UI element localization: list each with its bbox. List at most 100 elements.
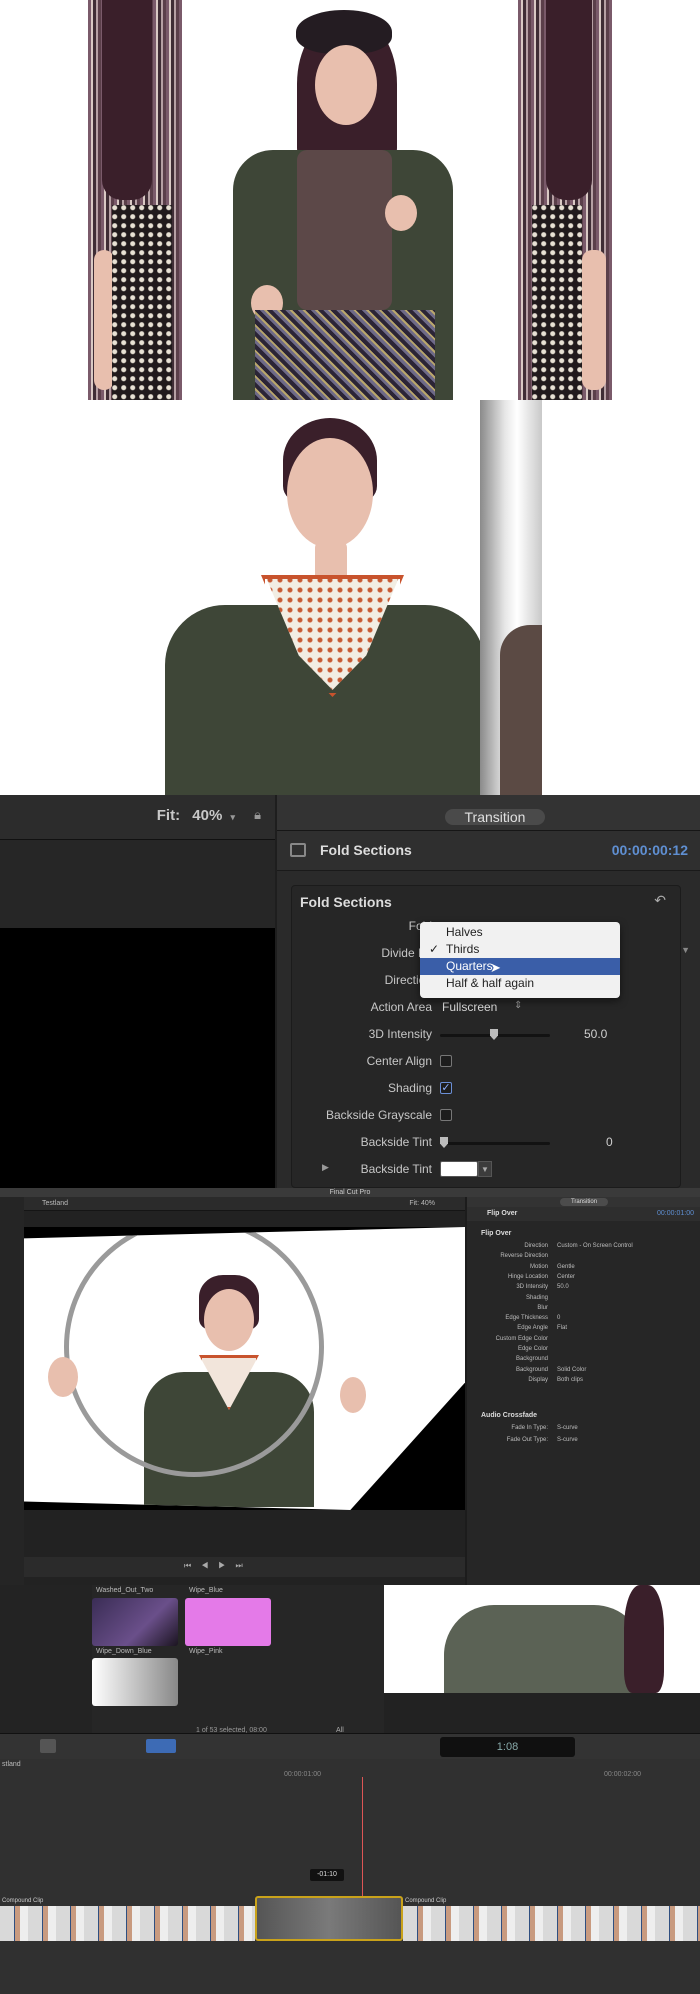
check-icon: ✓	[429, 942, 440, 956]
thirds-fold-preview	[0, 0, 700, 400]
param-label: Reverse Direction	[500, 1253, 548, 1260]
inspector-timecode: 00:00:01:00	[657, 1210, 694, 1217]
thumb-washed-out-two[interactable]	[92, 1598, 178, 1646]
param-label: Background	[515, 1366, 548, 1373]
viewer-header: Testland Fit: 40%	[24, 1197, 465, 1211]
center-fold-section	[225, 0, 465, 400]
audio-value[interactable]: S-curve	[557, 1437, 578, 1443]
row-backside-tint-color: ▶ Backside Tint ▼	[292, 1159, 682, 1181]
viewer-stage	[24, 1227, 465, 1510]
tab-transition[interactable]: Transition	[445, 809, 545, 825]
center-align-checkbox[interactable]	[440, 1055, 452, 1067]
audio-meter-icon[interactable]: 🔒︎	[254, 807, 261, 823]
param-row: Reverse Direction	[467, 1252, 700, 1262]
shading-checkbox[interactable]: ✓	[440, 1082, 452, 1094]
scroll-arrow-icon[interactable]: ▼	[681, 945, 690, 955]
fit-menu[interactable]: Fit: 40% ▾	[157, 807, 235, 824]
audio-label: Fade In Type:	[511, 1425, 548, 1431]
tab-transition[interactable]: Transition	[560, 1198, 608, 1206]
transport-controls[interactable]: ⏮◀▶⏭	[184, 1561, 253, 1571]
thumb-wipe-down-blue[interactable]	[92, 1658, 178, 1706]
woman-with-scarf	[165, 400, 485, 795]
inspector-header: Fold Sections 00:00:00:12	[277, 831, 700, 871]
fcp-flip-over-window: Final Cut Pro Testland Fit: 40% ⏮◀▶⏭ Tra…	[0, 1188, 700, 1585]
clip-right[interactable]	[403, 1906, 700, 1941]
param-value[interactable]: Center	[557, 1274, 575, 1280]
param-value[interactable]: Custom - On Screen Control	[557, 1243, 633, 1249]
param-label: Display	[528, 1376, 548, 1383]
action-area-popup[interactable]: Fullscreen	[442, 1000, 497, 1014]
viewer-fit[interactable]: Fit: 40%	[409, 1200, 435, 1207]
section-flip-over: Flip Over	[481, 1230, 512, 1237]
clip-left-label: Compound Clip	[2, 1898, 44, 1904]
row-backside-tint-amount: Backside Tint 0	[360, 1135, 613, 1149]
timecode-display: 1:08	[440, 1737, 575, 1757]
viewer: Testland Fit: 40% ⏮◀▶⏭	[24, 1197, 465, 1585]
param-row: Motion Gentle	[467, 1263, 700, 1273]
param-row: Blur	[467, 1304, 700, 1314]
thumb-wipe-blue[interactable]	[185, 1598, 271, 1646]
param-row: Shading	[467, 1294, 700, 1304]
cursor-icon: ➤	[490, 960, 501, 975]
transition-clip[interactable]	[255, 1896, 403, 1941]
audio-row: Fade Out Type: S-curve	[467, 1436, 700, 1446]
menu-item-thirds[interactable]: ✓ Thirds	[420, 941, 620, 958]
offset-readout: -01:10	[310, 1869, 344, 1881]
backside-tint-slider[interactable]	[440, 1137, 550, 1148]
row-backside-grayscale: Backside Grayscale	[292, 1105, 682, 1127]
section-audio-crossfade: Audio Crossfade	[481, 1412, 538, 1419]
param-row: Edge Color	[467, 1345, 700, 1355]
item-label: Wipe_Down_Blue	[96, 1648, 152, 1655]
param-row: Hinge Location Center	[467, 1273, 700, 1283]
window-title: Final Cut Pro	[0, 1188, 700, 1197]
intensity-value[interactable]: 50.0	[584, 1027, 607, 1041]
audio-row: Fade In Type: S-curve	[467, 1424, 700, 1434]
param-value[interactable]: 0	[557, 1315, 560, 1321]
fit-label: Fit:	[156, 807, 181, 824]
menu-item-half-half-again[interactable]: Half & half again	[420, 975, 620, 992]
row-center-align: Center Align	[292, 1051, 682, 1073]
param-row: Background Solid Color	[467, 1366, 700, 1376]
param-row: 3D Intensity 50.0	[467, 1283, 700, 1293]
menu-item-quarters[interactable]: Quarters ➤	[420, 958, 620, 975]
param-label: Edge Angle	[517, 1325, 548, 1332]
menu-item-halves[interactable]: Halves	[420, 924, 620, 941]
timeline-project: stland	[2, 1761, 21, 1768]
disclosure-triangle-icon[interactable]: ▶	[322, 1162, 329, 1173]
param-value[interactable]: Flat	[557, 1325, 567, 1331]
select-tool-icon[interactable]	[146, 1739, 176, 1753]
row-shading: Shading ✓	[387, 1081, 452, 1095]
param-row: Direction Custom - On Screen Control	[467, 1242, 700, 1252]
chevron-down-icon[interactable]: ▼	[478, 1161, 492, 1177]
row-action-area: Action Area Fullscreen ⇕	[370, 1000, 523, 1014]
item-label: Wipe_Blue	[189, 1587, 223, 1594]
param-row: Background	[467, 1355, 700, 1365]
param-row: Edge Thickness 0	[467, 1314, 700, 1324]
param-value[interactable]: Solid Color	[557, 1367, 586, 1373]
ruler-mark: 00:00:02:00	[604, 1771, 641, 1778]
params-title: Fold Sections	[300, 894, 392, 910]
item-label: Washed_Out_Two	[96, 1587, 154, 1594]
param-value[interactable]: 50.0	[557, 1284, 569, 1290]
backside-grayscale-checkbox[interactable]	[440, 1109, 452, 1121]
divide-by-menu: Halves ✓ Thirds Quarters ➤ Half & half a…	[420, 922, 620, 998]
clip-left[interactable]	[0, 1906, 255, 1941]
viewer-area	[0, 840, 275, 928]
param-value[interactable]: Gentle	[557, 1264, 575, 1270]
viewer-footer: ⏮◀▶⏭	[24, 1557, 465, 1577]
param-label: Blur	[537, 1304, 548, 1311]
param-row: Edge Angle Flat	[467, 1324, 700, 1334]
viewer-toolbar: Fit: 40% ▾ 🔒︎	[0, 795, 275, 840]
backside-tint-swatch[interactable]	[440, 1161, 478, 1177]
inspector-title: Fold Sections	[320, 842, 412, 858]
intensity-slider[interactable]	[440, 1029, 550, 1040]
flip-over-inspector: Transition Flip Over 00:00:01:00 Flip Ov…	[467, 1197, 700, 1585]
param-label: Motion	[529, 1263, 548, 1270]
reset-icon[interactable]: ↶	[654, 892, 666, 909]
ruler-mark: 00:00:01:00	[284, 1771, 321, 1778]
zoom-icon[interactable]	[40, 1739, 56, 1753]
param-value[interactable]: Both clips	[557, 1377, 583, 1383]
audio-value[interactable]: S-curve	[557, 1425, 578, 1431]
timeline: stland 00:00:01:00 00:00:02:00 -01:10	[0, 1759, 700, 1994]
backside-tint-value[interactable]: 0	[606, 1135, 613, 1149]
